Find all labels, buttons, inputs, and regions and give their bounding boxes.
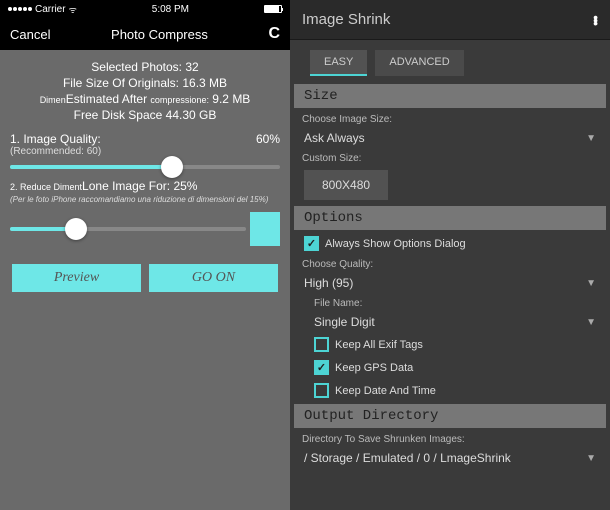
- color-preview: [250, 212, 280, 246]
- app-header: Image Shrink •••: [290, 0, 610, 40]
- section-options: Options: [294, 206, 606, 230]
- quality-slider[interactable]: [10, 165, 280, 169]
- chevron-down-icon: ▼: [586, 453, 596, 464]
- dimension-note: (Per le foto iPhone raccomandiamo una ri…: [10, 195, 280, 204]
- wifi-icon: ᯤ: [69, 3, 77, 16]
- page-title: Photo Compress: [50, 27, 268, 42]
- preview-button[interactable]: Preview: [12, 264, 141, 292]
- check-icon: ✓: [317, 361, 326, 374]
- app-title: Image Shrink: [302, 11, 390, 28]
- choose-size-label: Choose Image Size:: [294, 110, 606, 127]
- tab-advanced[interactable]: ADVANCED: [375, 50, 463, 76]
- tab-easy[interactable]: EASY: [310, 50, 367, 76]
- carrier-label: Carrier: [35, 4, 66, 15]
- go-on-button[interactable]: GO ON: [149, 264, 278, 292]
- original-size: File Size Of Originals: 16.3 MB: [10, 76, 280, 90]
- ios-status-bar: Carrier ᯤ 5:08 PM: [0, 0, 290, 18]
- cancel-button[interactable]: Cancel: [10, 27, 50, 42]
- keep-exif-checkbox[interactable]: Keep All Exif Tags: [294, 333, 606, 356]
- clock: 5:08 PM: [152, 4, 189, 15]
- choose-size-dropdown[interactable]: Ask Always ▼: [294, 127, 606, 149]
- directory-label: Directory To Save Shrunken Images:: [294, 430, 606, 447]
- keep-date-checkbox[interactable]: Keep Date And Time: [294, 379, 606, 402]
- action-button[interactable]: C: [268, 25, 280, 43]
- filename-label: File Name:: [294, 294, 606, 311]
- chevron-down-icon: ▼: [586, 278, 596, 289]
- quality-label: Choose Quality:: [294, 255, 606, 272]
- battery-icon: [264, 5, 282, 13]
- custom-size-button[interactable]: 800X480: [304, 170, 388, 200]
- dimension-value: 25%: [173, 179, 197, 193]
- quality-value: 60%: [256, 132, 280, 146]
- check-icon: ✓: [307, 237, 316, 250]
- custom-size-label: Custom Size:: [294, 149, 606, 166]
- always-show-checkbox[interactable]: ✓ Always Show Options Dialog: [294, 232, 606, 255]
- chevron-down-icon: ▼: [586, 133, 596, 144]
- overflow-menu-icon[interactable]: •••: [593, 15, 598, 24]
- estimated-size: DimenEstimated After compressione: 9.2 M…: [10, 92, 280, 106]
- keep-gps-checkbox[interactable]: ✓ Keep GPS Data: [294, 356, 606, 379]
- quality-recommended: (Recommended: 60): [10, 146, 280, 157]
- photo-compress-app: Carrier ᯤ 5:08 PM Cancel Photo Compress …: [0, 0, 290, 510]
- dimension-slider[interactable]: [10, 227, 246, 231]
- section-size: Size: [294, 84, 606, 108]
- image-shrink-app: Image Shrink ••• EASY ADVANCED Size Choo…: [290, 0, 610, 510]
- selected-count: Selected Photos: 32: [10, 60, 280, 74]
- section-output: Output Directory: [294, 404, 606, 428]
- quality-label: 1. Image Quality: 60%: [10, 132, 280, 146]
- chevron-down-icon: ▼: [586, 317, 596, 328]
- quality-dropdown[interactable]: High (95) ▼: [294, 272, 606, 294]
- filename-dropdown[interactable]: Single Digit ▼: [294, 311, 606, 333]
- directory-dropdown[interactable]: / Storage / Emulated / 0 / LmageShrink ▼: [294, 447, 606, 469]
- tab-bar: EASY ADVANCED: [290, 40, 610, 82]
- dimension-label: 2. Reduce DimentLone Image For: 25%: [10, 179, 280, 193]
- signal-icon: [8, 7, 32, 11]
- free-space: Free Disk Space 44.30 GB: [10, 108, 280, 122]
- nav-bar: Cancel Photo Compress C: [0, 18, 290, 50]
